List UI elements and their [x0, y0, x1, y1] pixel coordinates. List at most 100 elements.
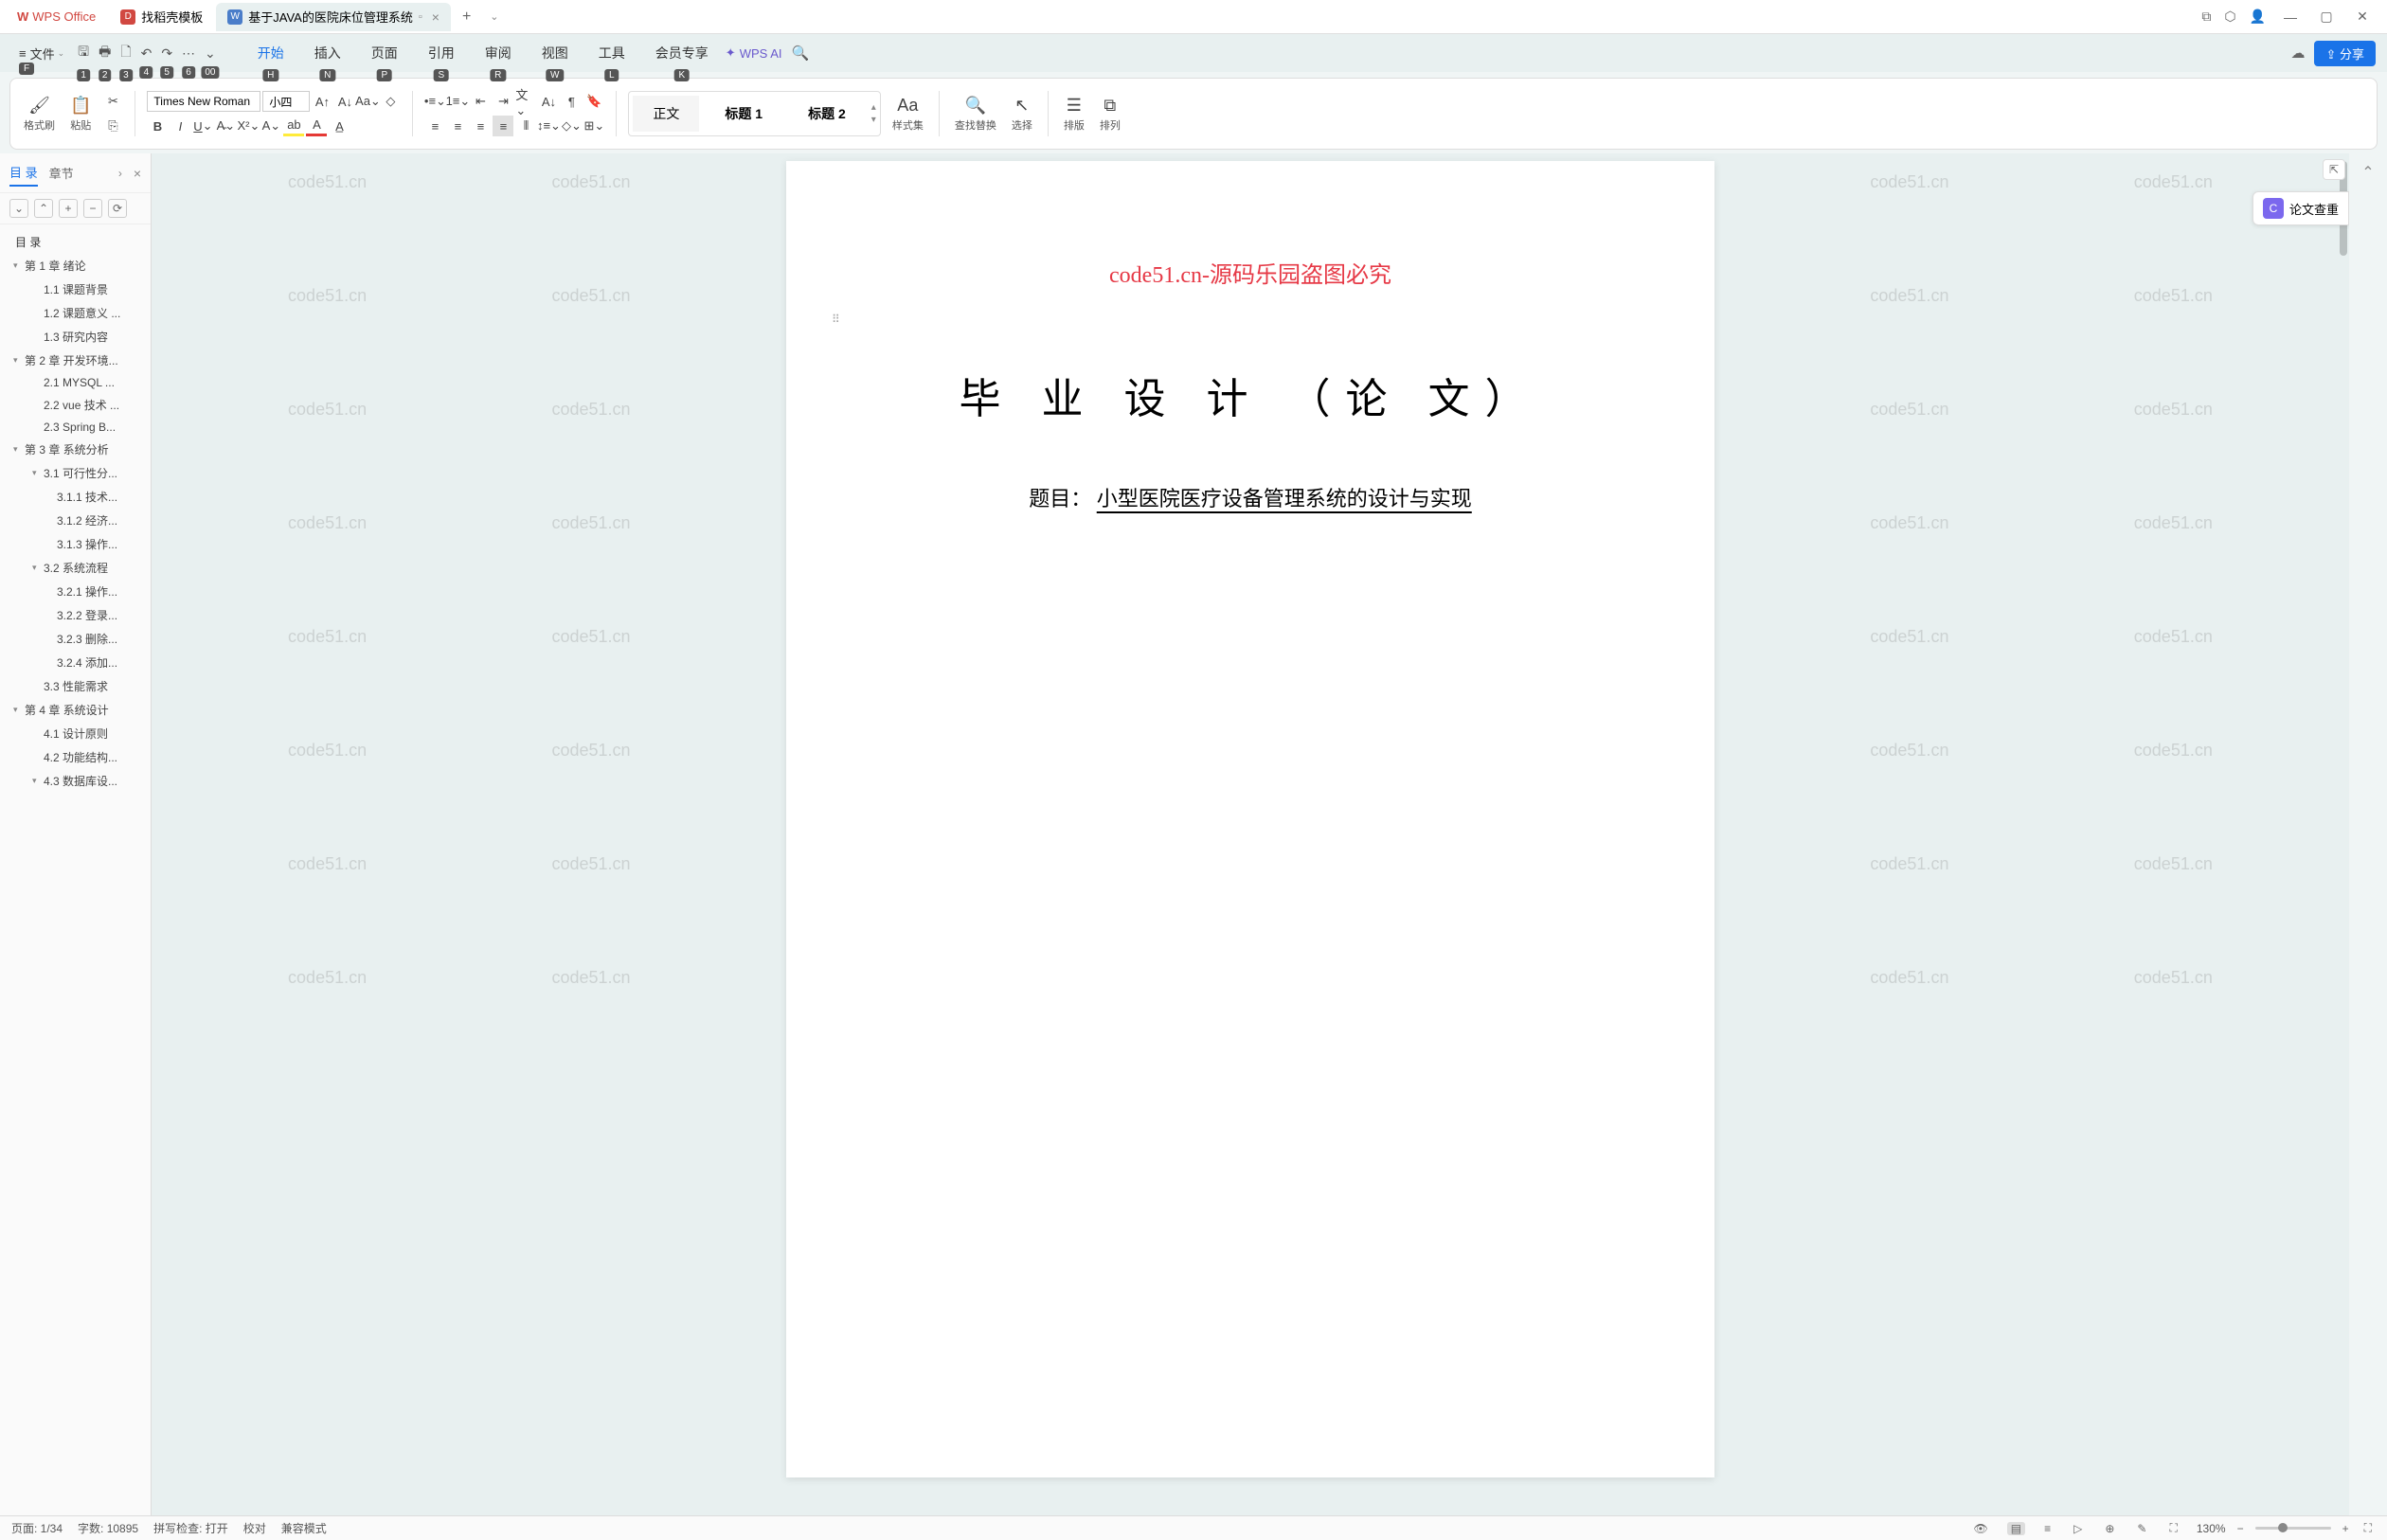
show-marks-icon[interactable]: ¶: [561, 91, 582, 112]
close-window-button[interactable]: ✕: [2351, 9, 2374, 25]
chevron-down-icon[interactable]: ▾: [13, 355, 25, 366]
format-painter-group[interactable]: 🖌 格式刷: [20, 96, 59, 133]
toc-item[interactable]: 2.3 Spring B...: [4, 417, 147, 438]
sidebar-tab-chapter[interactable]: 章节: [49, 160, 74, 186]
search-icon[interactable]: 🔍: [785, 45, 815, 62]
outline-view-icon[interactable]: ≡: [2040, 1522, 2055, 1535]
font-color-icon[interactable]: A: [306, 116, 327, 136]
plagiarism-check-button[interactable]: C 论文查重: [2252, 191, 2349, 225]
font-name-select[interactable]: [147, 91, 260, 112]
collapse-up-icon[interactable]: ⌃: [34, 199, 53, 218]
zoom-value[interactable]: 130%: [2197, 1522, 2226, 1535]
toc-item[interactable]: ▾第 2 章 开发环境...: [4, 349, 147, 372]
change-case-icon[interactable]: Aa⌄: [357, 91, 378, 112]
border-icon[interactable]: ⊞⌄: [583, 116, 604, 136]
zoom-in-icon[interactable]: +: [2339, 1522, 2353, 1535]
sidebar-nav-next-icon[interactable]: ›: [118, 167, 122, 180]
menu-view[interactable]: 视图W: [529, 38, 582, 68]
toc-item[interactable]: ▾第 3 章 系统分析: [4, 438, 147, 461]
status-proof[interactable]: 校对: [243, 1520, 266, 1536]
tab-menu-dropdown[interactable]: ⌄: [480, 10, 508, 23]
menu-insert[interactable]: 插入N: [301, 38, 354, 68]
align-center-icon[interactable]: ≡: [447, 116, 468, 136]
fullscreen-icon[interactable]: ⛶: [2360, 1521, 2376, 1535]
minimize-button[interactable]: —: [2279, 9, 2302, 25]
status-spell[interactable]: 拼写检查: 打开: [153, 1520, 228, 1536]
file-menu[interactable]: ≡ 文件 ⌄ F: [11, 41, 72, 66]
sort-icon[interactable]: A↓: [538, 91, 559, 112]
play-icon[interactable]: ▷: [2070, 1522, 2086, 1535]
toc-item[interactable]: 1.3 研究内容: [4, 325, 147, 349]
decrease-font-icon[interactable]: A↓: [334, 91, 355, 112]
toc-item[interactable]: 4.2 功能结构...: [4, 745, 147, 769]
menu-tools[interactable]: 工具L: [585, 38, 638, 68]
drag-handle-icon[interactable]: ⠿: [832, 313, 840, 326]
toc-item[interactable]: 2.2 vue 技术 ...: [4, 393, 147, 417]
status-words[interactable]: 字数: 10895: [78, 1520, 138, 1536]
share-button[interactable]: ⇪ 分享: [2314, 41, 2376, 66]
toc-item[interactable]: 3.1.3 操作...: [4, 532, 147, 556]
bookmark-icon[interactable]: 🔖: [583, 91, 604, 112]
toc-item[interactable]: 2.1 MYSQL ...: [4, 372, 147, 393]
style-h2[interactable]: 标题 2: [788, 96, 866, 132]
status-page[interactable]: 页面: 1/34: [11, 1520, 63, 1536]
toc-item[interactable]: 3.3 性能需求: [4, 674, 147, 698]
paste-group[interactable]: 📋 粘贴: [66, 96, 95, 133]
toc-item[interactable]: ▾第 4 章 系统设计: [4, 698, 147, 722]
strikethrough-button[interactable]: A̵⌄: [215, 116, 236, 136]
collapse-down-icon[interactable]: ⌄: [9, 199, 28, 218]
wps-ai-button[interactable]: ✦WPS AI: [726, 45, 782, 61]
menu-review[interactable]: 审阅R: [472, 38, 525, 68]
font-size-select[interactable]: [262, 91, 310, 112]
toc-item[interactable]: 3.1.2 经济...: [4, 509, 147, 532]
menu-reference[interactable]: 引用S: [415, 38, 468, 68]
cloud-icon[interactable]: ☁: [2285, 45, 2310, 62]
chevron-down-icon[interactable]: ▾: [32, 468, 44, 478]
tab-menu-icon[interactable]: ▫: [419, 11, 422, 23]
fill-color-icon[interactable]: ◇⌄: [561, 116, 582, 136]
align-right-icon[interactable]: ≡: [470, 116, 491, 136]
style-scroll[interactable]: ▴▾: [871, 102, 876, 125]
chevron-down-icon[interactable]: ▾: [13, 444, 25, 455]
underline-button[interactable]: U⌄: [192, 116, 213, 136]
find-replace-button[interactable]: 🔍 查找替换: [951, 96, 1000, 133]
arrange-button[interactable]: ⧉ 排列: [1096, 96, 1124, 133]
save-icon[interactable]: 🖫1: [76, 40, 91, 66]
add-icon[interactable]: +: [59, 199, 78, 218]
zoom-out-icon[interactable]: −: [2234, 1522, 2248, 1535]
status-compat[interactable]: 兼容模式: [281, 1520, 327, 1536]
toc-item[interactable]: 3.1.1 技术...: [4, 485, 147, 509]
toc-item[interactable]: ▾3.2 系统流程: [4, 556, 147, 580]
menu-member[interactable]: 会员专享K: [642, 38, 722, 68]
sidebar-close-icon[interactable]: ×: [134, 166, 141, 181]
distribute-icon[interactable]: ⫴: [515, 116, 536, 136]
new-tab-button[interactable]: +: [453, 9, 480, 26]
undo-icon[interactable]: ↶4: [139, 44, 154, 63]
chevron-down-icon[interactable]: ▾: [13, 260, 25, 271]
document-viewport[interactable]: code51.cncode51.cncode51.cncode51.cncode…: [152, 153, 2349, 1515]
vertical-scrollbar[interactable]: [2336, 153, 2347, 1515]
bold-button[interactable]: B: [147, 116, 168, 136]
chevron-down-icon[interactable]: ▾: [32, 563, 44, 573]
shading-icon[interactable]: A̲: [329, 116, 350, 136]
layout-button[interactable]: ☰ 排版: [1060, 96, 1088, 133]
clear-format-icon[interactable]: ◇: [380, 91, 401, 112]
toc-item[interactable]: 1.1 课题背景: [4, 278, 147, 301]
toc-item[interactable]: 3.2.2 登录...: [4, 603, 147, 627]
print-layout-icon[interactable]: ▤: [2007, 1522, 2025, 1535]
print-preview-icon[interactable]: 🗋3: [118, 40, 133, 66]
numbered-list-icon[interactable]: 1≡⌄: [447, 91, 468, 112]
page-fit-icon[interactable]: ⇱: [2323, 159, 2345, 180]
template-tab[interactable]: D 找稻壳模板: [109, 3, 214, 31]
chevron-down-icon[interactable]: ▾: [32, 776, 44, 786]
text-effects-icon[interactable]: A⌄: [260, 116, 281, 136]
toc-item[interactable]: ▾3.1 可行性分...: [4, 461, 147, 485]
toc-item[interactable]: 3.2.3 删除...: [4, 627, 147, 651]
quick6-icon[interactable]: ⌄00: [203, 44, 218, 63]
refresh-icon[interactable]: ⟳: [108, 199, 127, 218]
cut-icon[interactable]: ✂: [102, 91, 123, 112]
reading-view-icon[interactable]: 👁: [1970, 1522, 1992, 1535]
app-tab[interactable]: W WPS Office: [6, 3, 107, 31]
style-h1[interactable]: 标题 1: [705, 96, 782, 132]
web-layout-icon[interactable]: ⊕: [2101, 1522, 2118, 1535]
